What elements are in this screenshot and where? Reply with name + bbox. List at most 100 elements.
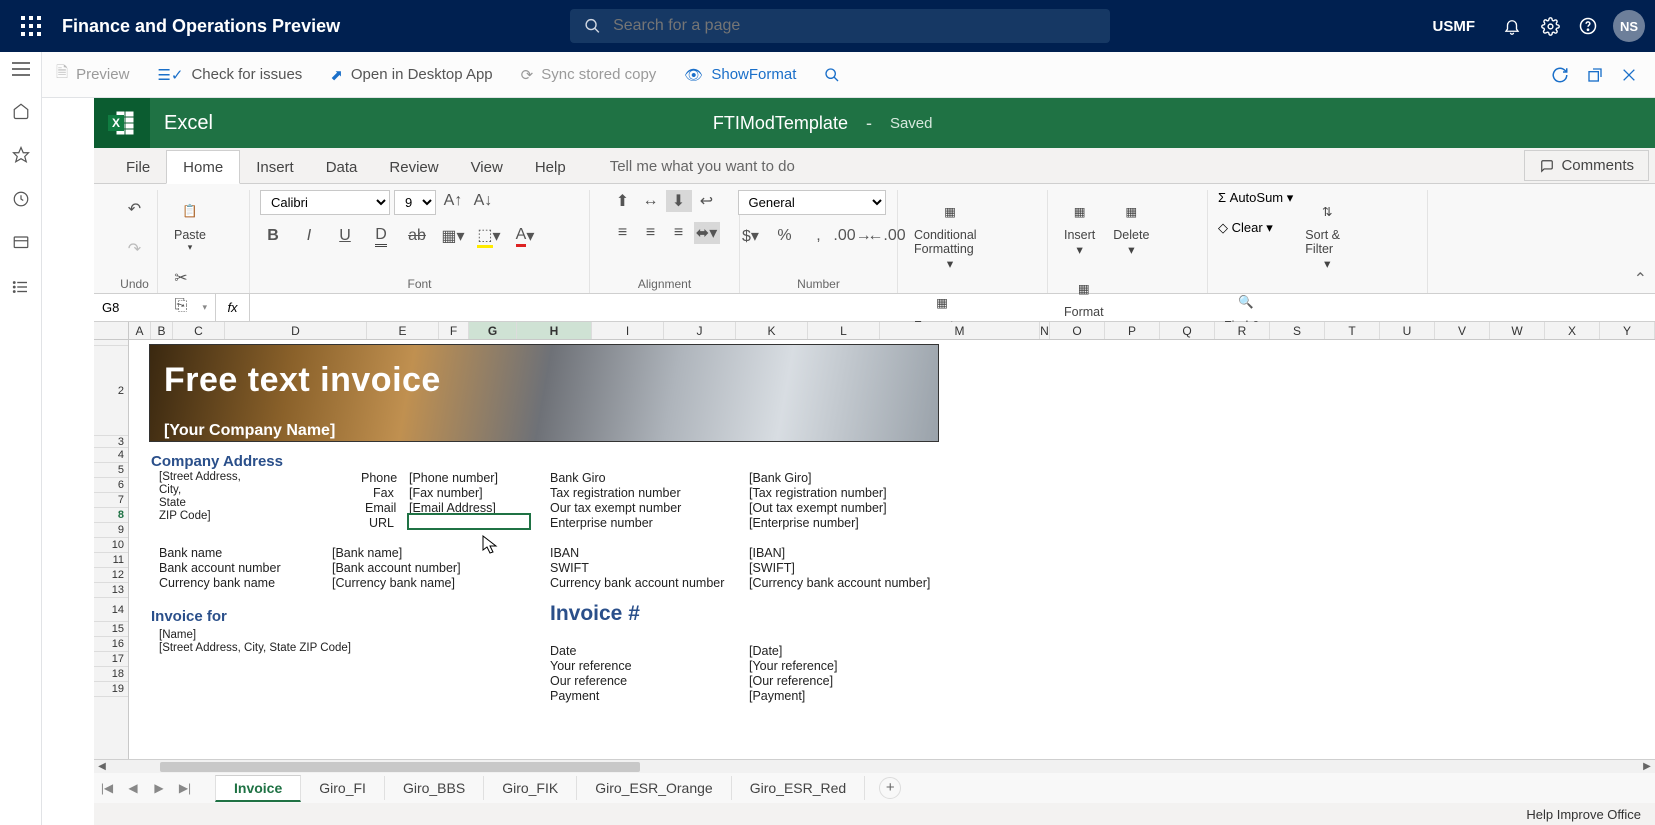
conditional-formatting-button[interactable]: ▦Conditional Formatting▾: [908, 190, 992, 275]
col-header-D[interactable]: D: [225, 322, 367, 339]
bold-button[interactable]: B: [260, 225, 286, 247]
tell-me-input[interactable]: Tell me what you want to do: [610, 150, 795, 183]
row-header-14[interactable]: 14: [94, 598, 128, 622]
horizontal-scrollbar[interactable]: ◀ ▶: [94, 759, 1655, 773]
row-header-5[interactable]: 5: [94, 463, 128, 478]
col-header-B[interactable]: B: [151, 322, 173, 339]
scroll-left-arrow[interactable]: ◀: [94, 761, 110, 772]
paste-button[interactable]: 📋 Paste ▾: [168, 190, 212, 257]
underline-button[interactable]: U: [332, 225, 358, 247]
row-header-13[interactable]: 13: [94, 583, 128, 598]
align-bottom-button[interactable]: ⬇: [666, 190, 692, 212]
col-header-R[interactable]: R: [1215, 322, 1270, 339]
col-header-N[interactable]: N: [1040, 322, 1050, 339]
wrap-text-button[interactable]: ↩: [694, 190, 720, 212]
open-desktop-button[interactable]: ⬈ Open in Desktop App: [316, 52, 506, 98]
sheet-tab-giro-fik[interactable]: Giro_FIK: [483, 776, 577, 800]
col-header-X[interactable]: X: [1545, 322, 1600, 339]
tab-home[interactable]: Home: [166, 150, 240, 184]
row-header-12[interactable]: 12: [94, 568, 128, 583]
global-search[interactable]: [570, 9, 1110, 43]
row-header-2[interactable]: 2: [94, 346, 128, 436]
sheet-tab-giro-fi[interactable]: Giro_FI: [300, 776, 385, 800]
tab-help[interactable]: Help: [519, 151, 582, 183]
col-header-S[interactable]: S: [1270, 322, 1325, 339]
user-avatar[interactable]: NS: [1613, 10, 1645, 42]
row-header-11[interactable]: 11: [94, 553, 128, 568]
statusbar-text[interactable]: Help Improve Office: [1526, 807, 1641, 822]
align-middle-button[interactable]: ↔: [638, 190, 664, 212]
row-header-3[interactable]: 3: [94, 436, 128, 448]
help-button[interactable]: [1569, 7, 1607, 45]
col-header-F[interactable]: F: [439, 322, 469, 339]
collapse-ribbon-button[interactable]: ⌃: [1634, 269, 1647, 289]
row-header-15[interactable]: 15: [94, 622, 128, 637]
showformat-button[interactable]: 👁 ShowFormat: [670, 52, 810, 98]
fill-color-button[interactable]: ⬚▾: [476, 225, 502, 247]
col-header-W[interactable]: W: [1490, 322, 1545, 339]
copy-button[interactable]: ⎘: [168, 295, 194, 317]
delete-cells-button[interactable]: ▦Delete▾: [1107, 190, 1155, 261]
scroll-thumb[interactable]: [160, 762, 640, 772]
add-sheet-button[interactable]: +: [879, 777, 901, 799]
popout-button[interactable]: [1587, 67, 1603, 83]
align-center-button[interactable]: ≡: [638, 222, 664, 244]
rail-home[interactable]: [12, 102, 30, 120]
col-header-K[interactable]: K: [736, 322, 808, 339]
col-header-I[interactable]: I: [592, 322, 664, 339]
undo-button[interactable]: ↶: [122, 198, 148, 220]
redo-button[interactable]: ↷: [122, 238, 148, 260]
row-header-8[interactable]: 8: [94, 508, 128, 523]
preview-button[interactable]: 🗎 Preview: [42, 52, 143, 98]
tab-view[interactable]: View: [455, 151, 519, 183]
border-button[interactable]: ▦▾: [440, 225, 466, 247]
tab-data[interactable]: Data: [310, 151, 374, 183]
sheet-nav-next[interactable]: ▶: [146, 781, 172, 795]
col-header-M[interactable]: M: [880, 322, 1040, 339]
col-header-A[interactable]: A: [129, 322, 151, 339]
row-header-16[interactable]: 16: [94, 637, 128, 652]
increase-decimal-button[interactable]: .00→: [840, 225, 866, 247]
decrease-decimal-button[interactable]: ←.00: [874, 225, 900, 247]
sync-button[interactable]: ⟳ Sync stored copy: [507, 52, 671, 98]
col-header-H[interactable]: H: [517, 322, 592, 339]
search-input[interactable]: [613, 17, 1096, 35]
col-header-C[interactable]: C: [173, 322, 225, 339]
row-header-9[interactable]: 9: [94, 523, 128, 538]
align-right-button[interactable]: ≡: [666, 222, 692, 244]
col-header-L[interactable]: L: [808, 322, 880, 339]
col-header-Q[interactable]: Q: [1160, 322, 1215, 339]
row-header-7[interactable]: 7: [94, 493, 128, 508]
font-family-select[interactable]: Calibri: [260, 190, 390, 215]
rail-recent[interactable]: [12, 190, 30, 208]
comments-button[interactable]: Comments: [1524, 150, 1649, 181]
comma-button[interactable]: ,: [806, 225, 832, 247]
cut-button[interactable]: ✂: [168, 267, 194, 289]
font-size-select[interactable]: 9: [394, 190, 436, 215]
row-header-10[interactable]: 10: [94, 538, 128, 553]
double-underline-button[interactable]: D: [368, 225, 394, 247]
sheet-nav-last[interactable]: ▶|: [172, 781, 198, 795]
clear-button[interactable]: ◇ Clear ▾: [1218, 220, 1293, 236]
shrink-font-button[interactable]: A↓: [470, 190, 496, 212]
grow-font-button[interactable]: A↑: [440, 190, 466, 212]
scroll-right-arrow[interactable]: ▶: [1639, 761, 1655, 772]
row-header-17[interactable]: 17: [94, 652, 128, 667]
col-header-P[interactable]: P: [1105, 322, 1160, 339]
insert-cells-button[interactable]: ▦Insert▾: [1058, 190, 1101, 261]
notifications-button[interactable]: [1493, 7, 1531, 45]
row-header-4[interactable]: 4: [94, 448, 128, 463]
col-header-V[interactable]: V: [1435, 322, 1490, 339]
row-header-18[interactable]: 18: [94, 667, 128, 682]
col-header-O[interactable]: O: [1050, 322, 1105, 339]
spreadsheet-grid[interactable]: ABCDEFGHIJKLMNOPQRSTUVWXY 23456789101112…: [94, 322, 1655, 773]
cmd-search-button[interactable]: [810, 52, 854, 98]
waffle-launcher[interactable]: [10, 16, 52, 36]
col-header-Y[interactable]: Y: [1600, 322, 1655, 339]
col-header-U[interactable]: U: [1380, 322, 1435, 339]
autosum-button[interactable]: Σ AutoSum ▾: [1218, 190, 1293, 206]
tab-file[interactable]: File: [110, 151, 166, 183]
rail-modules[interactable]: [12, 278, 30, 296]
rail-favorites[interactable]: [12, 146, 30, 164]
col-header-G[interactable]: G: [469, 322, 517, 339]
